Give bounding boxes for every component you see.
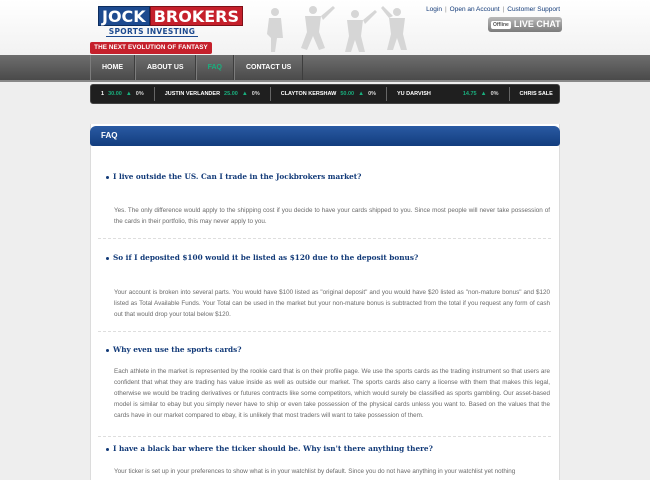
logo-tagline: THE NEXT EVOLUTION OF FANTASY SPORTS	[90, 42, 212, 63]
ticker-name: YU DARVISH	[397, 91, 431, 97]
logo-text-jock: JOCK	[98, 6, 150, 26]
main-nav: HOME ABOUT US FAQ CONTACT US	[0, 55, 650, 80]
nav-faq[interactable]: FAQ	[195, 55, 234, 80]
faq-question: So if I deposited $100 would it be liste…	[106, 253, 418, 262]
ticker-value: 50.00	[340, 91, 355, 97]
question-text: Why even use the sports cards?	[113, 345, 242, 354]
up-arrow-icon: ▲	[358, 91, 365, 97]
chat-status-badge: Offline	[491, 20, 511, 29]
login-link[interactable]: Login	[426, 6, 442, 13]
faq-header-bar: FAQ	[90, 126, 560, 146]
logo-subtitle: SPORTS INVESTING	[106, 27, 198, 37]
page: JOCK BROKERS SPORTS INVESTING THE NEXT E…	[0, 0, 650, 480]
up-arrow-icon: ▲	[480, 91, 487, 97]
link-separator: |	[444, 6, 447, 13]
ticker-change: 0%	[490, 91, 499, 97]
ticker-name: CHRIS SALE	[519, 91, 553, 97]
up-arrow-icon: ▲	[125, 91, 132, 97]
nav-home[interactable]: HOME	[90, 55, 135, 80]
ticker-item[interactable]: YU DARVISH 14.75 ▲ 0%	[387, 87, 510, 101]
bullet-icon	[106, 256, 109, 260]
site-header: JOCK BROKERS SPORTS INVESTING THE NEXT E…	[0, 0, 650, 63]
ticker-change: 0%	[368, 91, 377, 97]
ticker-item[interactable]: CLAYTON KERSHAW 50.00 ▲ 0%	[271, 87, 388, 101]
faq-question: Why even use the sports cards?	[106, 345, 242, 354]
faq-divider	[98, 331, 552, 332]
bullet-icon	[106, 447, 109, 451]
athlete-silhouettes-graphic	[267, 6, 407, 52]
ticker-item[interactable]: 1 30.00 ▲ 0%	[91, 87, 155, 101]
ticker-name: CLAYTON KERSHAW	[280, 91, 337, 97]
question-text: I live outside the US. Can I trade in th…	[113, 172, 362, 181]
bullet-icon	[106, 348, 109, 352]
nav-about-us[interactable]: ABOUT US	[135, 55, 196, 80]
live-chat-button[interactable]: Offline LIVE CHAT	[488, 17, 562, 32]
ticker-item[interactable]: JUSTIN VERLANDER 25.00 ▲ 0%	[155, 87, 271, 101]
ticker-change: 0%	[251, 91, 260, 97]
faq-answer: Each athlete in the market is represente…	[114, 368, 550, 419]
jockbrokers-logo[interactable]: JOCK BROKERS SPORTS INVESTING THE NEXT E…	[90, 6, 243, 63]
ticker-price: 1	[101, 91, 105, 97]
customer-support-link[interactable]: Customer Support	[507, 6, 560, 13]
faq-divider	[98, 238, 552, 239]
faq-answer: Yes. The only difference would apply to …	[114, 207, 550, 225]
faq-answer: Your ticker is set up in your preference…	[114, 468, 516, 475]
question-text: So if I deposited $100 would it be liste…	[113, 253, 419, 262]
nav-contact-us[interactable]: CONTACT US	[233, 55, 304, 80]
link-separator: |	[502, 6, 505, 13]
faq-answer: Your account is broken into several part…	[114, 289, 550, 318]
ticker-value: 25.00	[224, 91, 238, 97]
faq-question: I have a black bar where the ticker shou…	[106, 444, 433, 453]
ticker-value: 30.00	[108, 91, 122, 97]
ticker-change: 0%	[135, 91, 144, 97]
ticker-item[interactable]: CHRIS SALE	[510, 87, 559, 101]
ticker-value: 14.75	[462, 91, 477, 97]
faq-heading: FAQ	[101, 131, 118, 140]
nav-items: HOME ABOUT US FAQ CONTACT US	[90, 55, 304, 80]
faq-divider	[98, 436, 552, 437]
ticker-name: JUSTIN VERLANDER	[164, 91, 221, 97]
faq-question: I live outside the US. Can I trade in th…	[106, 172, 361, 181]
logo-wordmark: JOCK BROKERS	[98, 6, 243, 26]
account-links: Login | Open an Account | Customer Suppo…	[426, 6, 560, 13]
stock-ticker[interactable]: 1 30.00 ▲ 0% JUSTIN VERLANDER 25.00 ▲ 0%…	[90, 84, 560, 104]
up-arrow-icon: ▲	[241, 91, 248, 97]
question-text: I have a black bar where the ticker shou…	[113, 444, 433, 453]
bullet-icon	[106, 175, 109, 179]
open-account-link[interactable]: Open an Account	[450, 6, 500, 13]
logo-text-brokers: BROKERS	[149, 6, 243, 26]
live-chat-label: LIVE CHAT	[513, 19, 561, 29]
